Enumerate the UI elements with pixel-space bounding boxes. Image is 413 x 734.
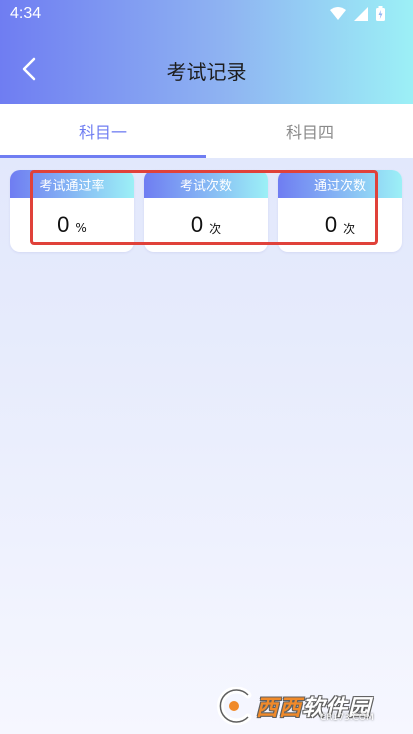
tab-label: 科目一: [78, 123, 127, 142]
tab-subject-one[interactable]: 科目一: [0, 104, 206, 158]
stat-value-row: 0 次: [278, 198, 402, 252]
app-header: 4:34 考试记录: [0, 0, 413, 104]
page-title: 考试记录: [166, 60, 247, 84]
stat-value-row: 0 次: [144, 198, 268, 252]
stat-value: 0: [57, 212, 70, 237]
watermark: 西西软件园 CR173.COM: [212, 686, 396, 726]
status-bar: 4:34: [0, 0, 413, 28]
signal-icon: [354, 6, 368, 21]
tab-subject-four[interactable]: 科目四: [207, 104, 413, 158]
stat-unit: 次: [343, 221, 356, 236]
battery-icon: [376, 6, 385, 21]
status-time: 4:34: [10, 5, 42, 22]
watermark-domain: CR173.COM: [320, 713, 374, 723]
stat-unit: 次: [209, 221, 222, 236]
active-tab-indicator: [0, 155, 206, 158]
stat-unit: %: [75, 221, 87, 235]
stat-title: 考试次数: [144, 170, 268, 198]
pass-rate-card: 考试通过率 0 %: [10, 170, 134, 252]
stat-value: 0: [190, 212, 204, 237]
tab-label: 科目四: [285, 123, 334, 142]
stat-title: 通过次数: [278, 170, 402, 198]
pass-count-card: 通过次数 0 次: [278, 170, 402, 252]
stat-value-row: 0 %: [10, 198, 134, 252]
stat-title: 考试通过率: [10, 170, 134, 198]
watermark-logo-icon: [212, 686, 256, 726]
wifi-icon: [330, 6, 346, 21]
status-icons: [330, 6, 385, 21]
stat-value: 0: [324, 212, 338, 237]
exam-count-card: 考试次数 0 次: [144, 170, 268, 252]
stats-panel: 考试通过率 0 % 考试次数 0 次 通过次数 0 次: [10, 170, 403, 252]
subject-tabs: 科目一 科目四: [0, 104, 413, 158]
